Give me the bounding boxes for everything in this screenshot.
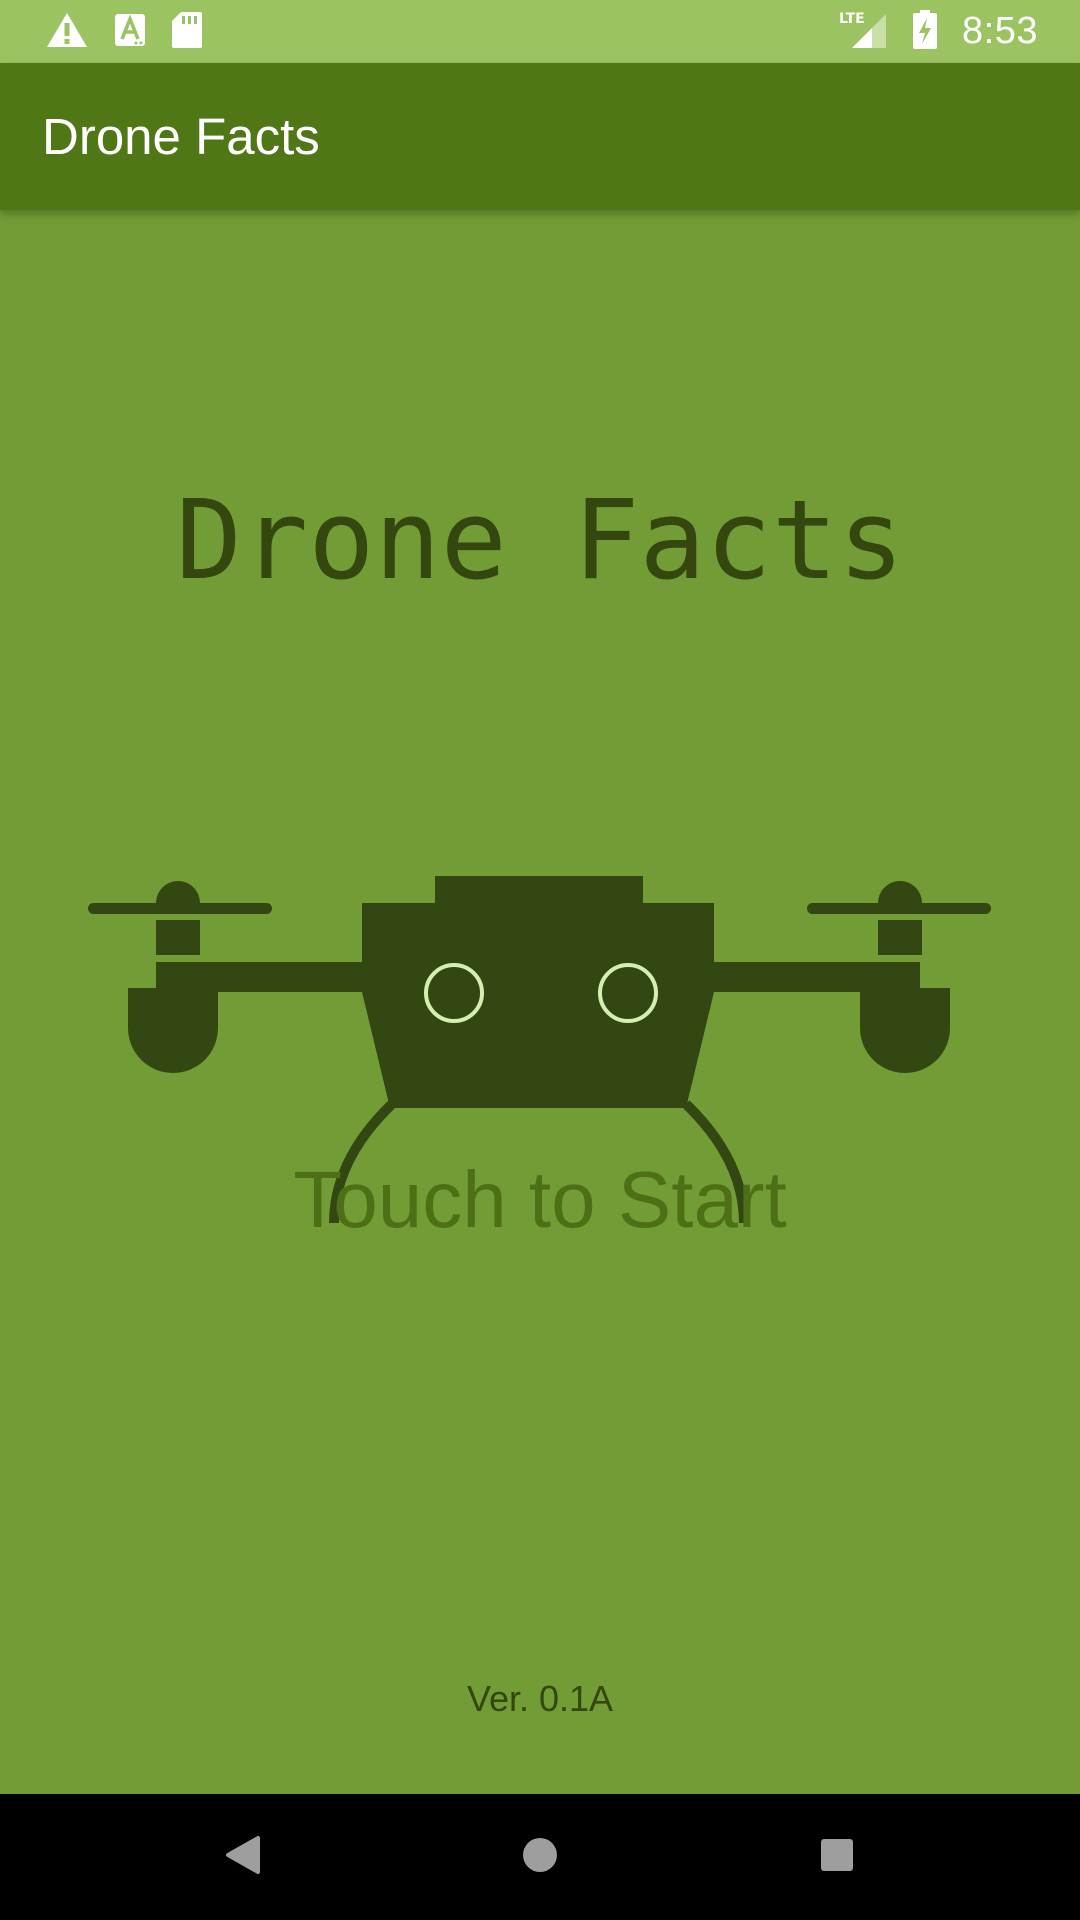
splash-screen[interactable]: Drone Facts Touch to Start Ver. 0.1A bbox=[0, 210, 1080, 1794]
touch-to-start-label[interactable]: Touch to Start bbox=[0, 1150, 1080, 1250]
status-bar: LTE 8:53 bbox=[0, 0, 1080, 63]
battery-charging-icon bbox=[912, 9, 938, 54]
splash-title: Drone Facts bbox=[175, 476, 905, 604]
lte-signal-icon: LTE bbox=[838, 10, 888, 54]
back-button[interactable] bbox=[197, 1812, 287, 1902]
drone-icon bbox=[88, 876, 991, 1224]
text-a-icon bbox=[113, 12, 147, 52]
home-icon bbox=[520, 1835, 560, 1879]
recents-icon bbox=[819, 1837, 855, 1877]
navigation-bar bbox=[0, 1794, 1080, 1920]
svg-text:LTE: LTE bbox=[839, 11, 865, 27]
recents-button[interactable] bbox=[792, 1812, 882, 1902]
back-icon bbox=[222, 1834, 262, 1880]
app-bar: Drone Facts bbox=[0, 63, 1080, 210]
warning-icon bbox=[45, 11, 89, 53]
sd-card-icon bbox=[171, 11, 203, 53]
status-time: 8:53 bbox=[962, 10, 1038, 52]
status-icons-right: LTE 8:53 bbox=[838, 9, 1038, 54]
app-title: Drone Facts bbox=[42, 108, 320, 165]
home-button[interactable] bbox=[495, 1812, 585, 1902]
status-icons-left bbox=[45, 11, 203, 53]
version-label: Ver. 0.1A bbox=[466, 1678, 614, 1719]
